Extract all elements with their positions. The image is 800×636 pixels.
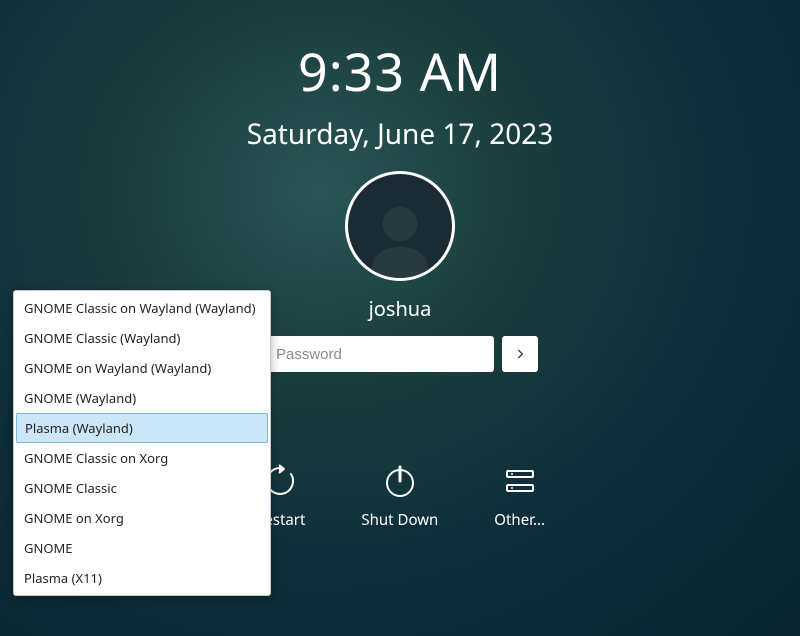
login-button[interactable] <box>502 336 538 372</box>
session-item[interactable]: GNOME Classic on Xorg <box>14 443 270 473</box>
person-icon <box>359 196 441 278</box>
clock-time: 9:33 AM <box>0 36 800 107</box>
session-item[interactable]: GNOME (Wayland) <box>14 383 270 413</box>
session-item[interactable]: Plasma (X11) <box>14 563 270 593</box>
session-item[interactable]: GNOME Classic (Wayland) <box>14 323 270 353</box>
shutdown-label: Shut Down <box>361 510 438 530</box>
clock-date: Saturday, June 17, 2023 <box>0 115 800 153</box>
session-menu: GNOME Classic on Wayland (Wayland) GNOME… <box>13 290 271 596</box>
user-avatar[interactable] <box>345 171 455 281</box>
other-label: Other... <box>494 510 545 530</box>
session-item[interactable]: GNOME on Wayland (Wayland) <box>14 353 270 383</box>
password-input[interactable] <box>262 336 494 372</box>
session-item[interactable]: GNOME Classic on Wayland (Wayland) <box>14 293 270 323</box>
list-icon <box>501 462 539 500</box>
session-item[interactable]: GNOME on Xorg <box>14 503 270 533</box>
power-icon <box>381 462 419 500</box>
other-button[interactable]: Other... <box>494 462 545 530</box>
session-item[interactable]: GNOME Classic <box>14 473 270 503</box>
chevron-right-icon <box>513 347 527 361</box>
session-item-selected[interactable]: Plasma (Wayland) <box>16 413 268 443</box>
session-item[interactable]: GNOME <box>14 533 270 563</box>
shutdown-button[interactable]: Shut Down <box>361 462 438 530</box>
